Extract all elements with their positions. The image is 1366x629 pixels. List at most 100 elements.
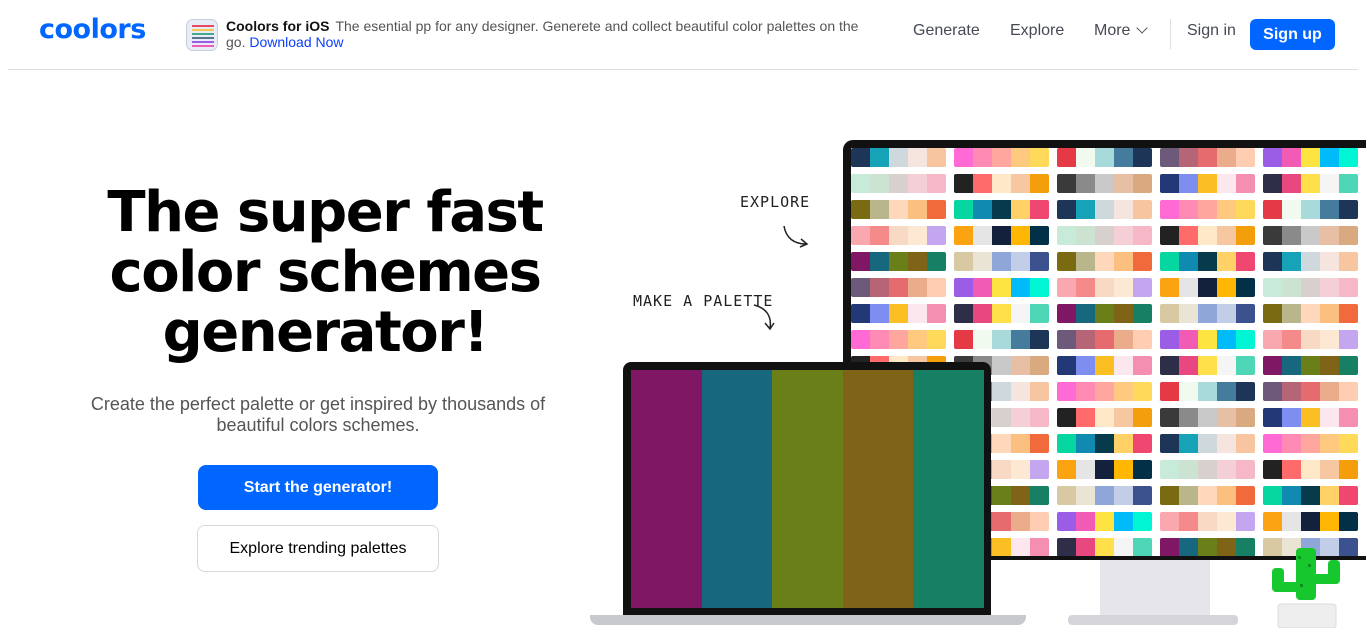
palette-swatch	[1339, 226, 1358, 245]
palette-swatch	[1236, 434, 1255, 453]
palette-row	[1160, 434, 1255, 453]
palette-swatch	[1133, 226, 1152, 245]
palette-swatch	[1076, 278, 1095, 297]
palette-swatch	[1217, 226, 1236, 245]
palette-swatch	[1011, 148, 1030, 167]
palette-swatch	[1076, 460, 1095, 479]
palette-swatch	[992, 382, 1011, 401]
palette-swatch	[1160, 226, 1179, 245]
palette-swatch	[1030, 252, 1049, 271]
palette-row	[1057, 226, 1152, 245]
palette-row	[1057, 538, 1152, 556]
palette-swatch	[1057, 252, 1076, 271]
explore-arrow-icon	[783, 225, 809, 248]
palette-swatch	[1076, 486, 1095, 505]
palette-swatch	[1114, 252, 1133, 271]
palette-row	[954, 278, 1049, 297]
laptop-illustration	[623, 362, 991, 616]
coolors-logo[interactable]: coolors	[39, 14, 146, 45]
palette-swatch	[1057, 538, 1076, 556]
palette-swatch	[1114, 486, 1133, 505]
palette-swatch	[954, 226, 973, 245]
palette-swatch	[851, 304, 870, 323]
palette-swatch	[889, 304, 908, 323]
palette-swatch	[1320, 512, 1339, 531]
palette-swatch	[870, 174, 889, 193]
palette-swatch	[1263, 226, 1282, 245]
palette-swatch	[1076, 538, 1095, 556]
palette-swatch	[1179, 226, 1198, 245]
palette-swatch	[1236, 148, 1255, 167]
palette-swatch	[992, 226, 1011, 245]
palette-swatch	[1301, 148, 1320, 167]
nav-divider	[1170, 19, 1171, 49]
palette-swatch	[1095, 408, 1114, 427]
nav-more[interactable]: More	[1094, 22, 1149, 40]
palette-swatch	[1198, 434, 1217, 453]
palette-swatch	[1057, 174, 1076, 193]
palette-row	[1160, 200, 1255, 219]
palette-swatch	[908, 148, 927, 167]
nav-generate[interactable]: Generate	[913, 22, 980, 40]
sign-in-link[interactable]: Sign in	[1187, 22, 1236, 40]
palette-row	[1263, 382, 1358, 401]
hero-title-line3: generator!	[162, 300, 489, 365]
palette-swatch	[1198, 200, 1217, 219]
palette-row	[954, 174, 1049, 193]
palette-swatch	[1095, 512, 1114, 531]
palette-swatch	[1160, 200, 1179, 219]
palette-swatch	[992, 408, 1011, 427]
palette-swatch	[1339, 460, 1358, 479]
palette-swatch	[889, 226, 908, 245]
palette-swatch	[1198, 512, 1217, 531]
palette-swatch	[1282, 148, 1301, 167]
palette-swatch	[1301, 330, 1320, 349]
palette-swatch	[1030, 148, 1049, 167]
palette-row	[1263, 330, 1358, 349]
palette-swatch	[1095, 460, 1114, 479]
palette-swatch	[1057, 200, 1076, 219]
palette-row	[1057, 278, 1152, 297]
palette-swatch	[1236, 252, 1255, 271]
laptop-palette	[631, 370, 984, 608]
palette-swatch	[1236, 408, 1255, 427]
palette-swatch	[1076, 382, 1095, 401]
palette-swatch	[1263, 486, 1282, 505]
download-now-link[interactable]: Download Now	[249, 34, 343, 50]
palette-swatch	[1133, 538, 1152, 556]
palette-swatch	[1320, 356, 1339, 375]
make-palette-arrow-icon	[753, 304, 775, 331]
palette-swatch	[1076, 200, 1095, 219]
palette-swatch	[1179, 330, 1198, 349]
palette-row	[954, 200, 1049, 219]
palette-swatch	[1217, 382, 1236, 401]
palette-swatch	[1095, 356, 1114, 375]
palette-swatch	[1095, 330, 1114, 349]
palette-swatch	[1236, 330, 1255, 349]
palette-swatch	[1114, 460, 1133, 479]
explore-trending-button[interactable]: Explore trending palettes	[197, 525, 439, 572]
palette-swatch	[1198, 382, 1217, 401]
palette-swatch	[1282, 278, 1301, 297]
palette-swatch	[1133, 304, 1152, 323]
start-generator-button[interactable]: Start the generator!	[198, 465, 438, 510]
sign-up-button[interactable]: Sign up	[1250, 19, 1335, 50]
palette-swatch	[954, 304, 973, 323]
palette-swatch	[1011, 174, 1030, 193]
palette-swatch	[1076, 512, 1095, 531]
promo-title: Coolors for iOS	[226, 18, 330, 34]
palette-swatch	[1133, 252, 1152, 271]
palette-swatch	[1057, 278, 1076, 297]
palette-swatch	[1301, 174, 1320, 193]
palette-row	[1057, 356, 1152, 375]
palette-swatch	[1011, 356, 1030, 375]
palette-swatch	[1339, 356, 1358, 375]
palette-swatch	[1320, 200, 1339, 219]
hero-title-line1: The super fast	[107, 180, 544, 245]
palette-swatch	[889, 330, 908, 349]
palette-swatch	[1114, 278, 1133, 297]
palette-swatch	[1198, 278, 1217, 297]
nav-explore[interactable]: Explore	[1010, 22, 1064, 40]
palette-swatch	[1057, 226, 1076, 245]
palette-swatch	[973, 278, 992, 297]
